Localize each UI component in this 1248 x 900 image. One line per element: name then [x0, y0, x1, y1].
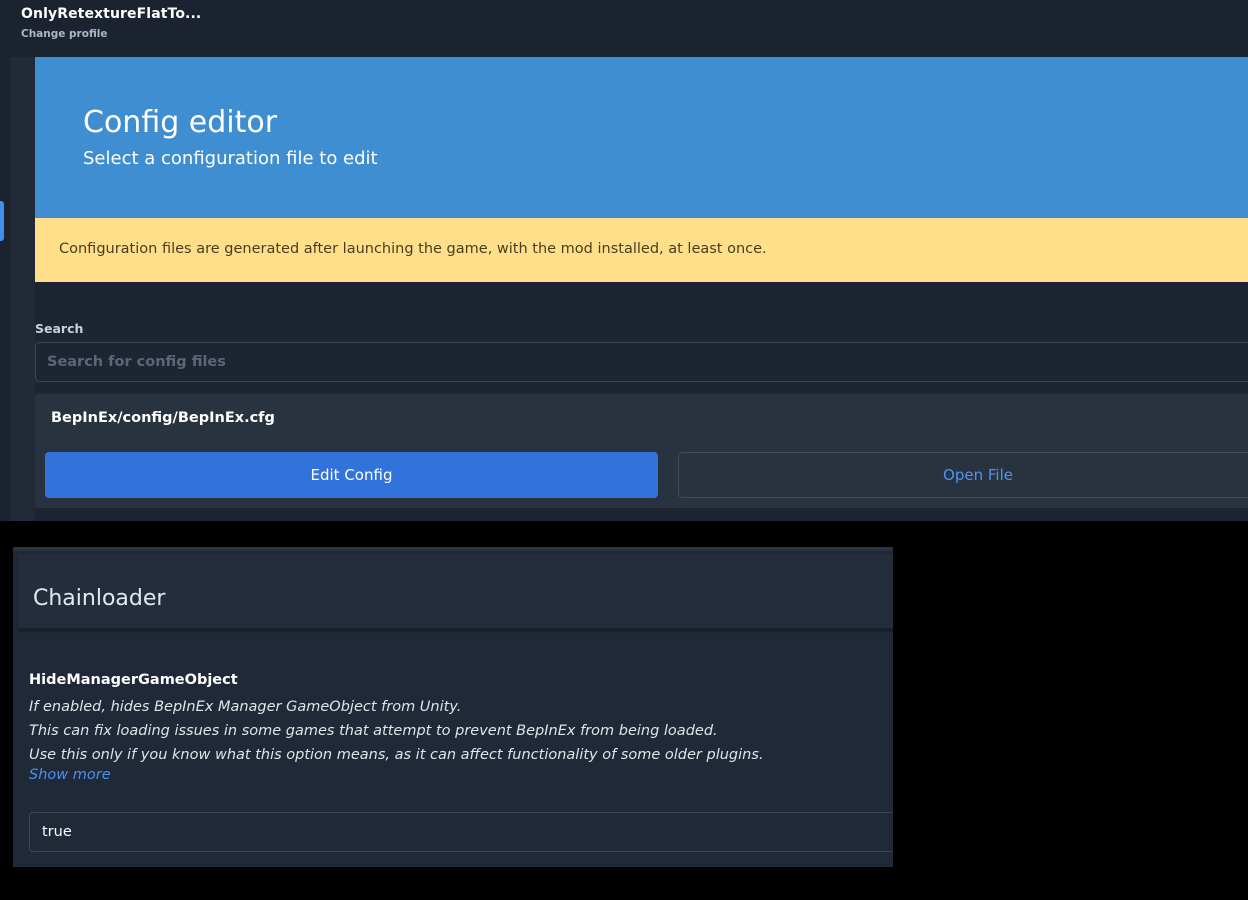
profile-header: OnlyRetextureFlatTo... Change profile: [0, 0, 1248, 57]
section-title: Chainloader: [33, 586, 166, 611]
edit-config-button[interactable]: Edit Config: [45, 452, 658, 498]
search-label: Search: [35, 321, 84, 336]
page-subtitle: Select a configuration file to edit: [83, 148, 378, 169]
profile-name: OnlyRetextureFlatTo...: [21, 6, 202, 22]
config-section-screen: Chainloader HideManagerGameObject If ena…: [13, 547, 893, 867]
change-profile-link[interactable]: Change profile: [21, 28, 107, 40]
sidebar: [10, 57, 35, 521]
divider: [13, 547, 893, 551]
hero-banner: Config editor Select a configuration fil…: [35, 57, 1248, 218]
warning-text: Configuration files are generated after …: [59, 241, 767, 257]
open-file-button[interactable]: Open File: [678, 452, 1248, 498]
search-input[interactable]: [35, 342, 1248, 382]
page-title: Config editor: [83, 105, 278, 140]
setting-description-line: Use this only if you know what this opti…: [29, 747, 764, 763]
warning-notice: Configuration files are generated after …: [35, 218, 1248, 282]
sidebar-edge: [0, 57, 10, 521]
setting-name: HideManagerGameObject: [29, 672, 238, 688]
setting-description: If enabled, hides BepInEx Manager GameOb…: [29, 695, 764, 767]
setting-value-input[interactable]: [29, 812, 893, 852]
config-file-path: BepInEx/config/BepInEx.cfg: [51, 410, 275, 426]
config-editor-screen: OnlyRetextureFlatTo... Change profile Co…: [0, 0, 1248, 521]
setting-description-line: This can fix loading issues in some game…: [29, 723, 718, 739]
sidebar-active-indicator: [0, 201, 4, 241]
show-more-link[interactable]: Show more: [29, 767, 111, 783]
config-file-card: BepInEx/config/BepInEx.cfg Edit Config O…: [35, 394, 1248, 508]
section-header: Chainloader: [18, 554, 893, 630]
setting-description-line: If enabled, hides BepInEx Manager GameOb…: [29, 699, 462, 715]
